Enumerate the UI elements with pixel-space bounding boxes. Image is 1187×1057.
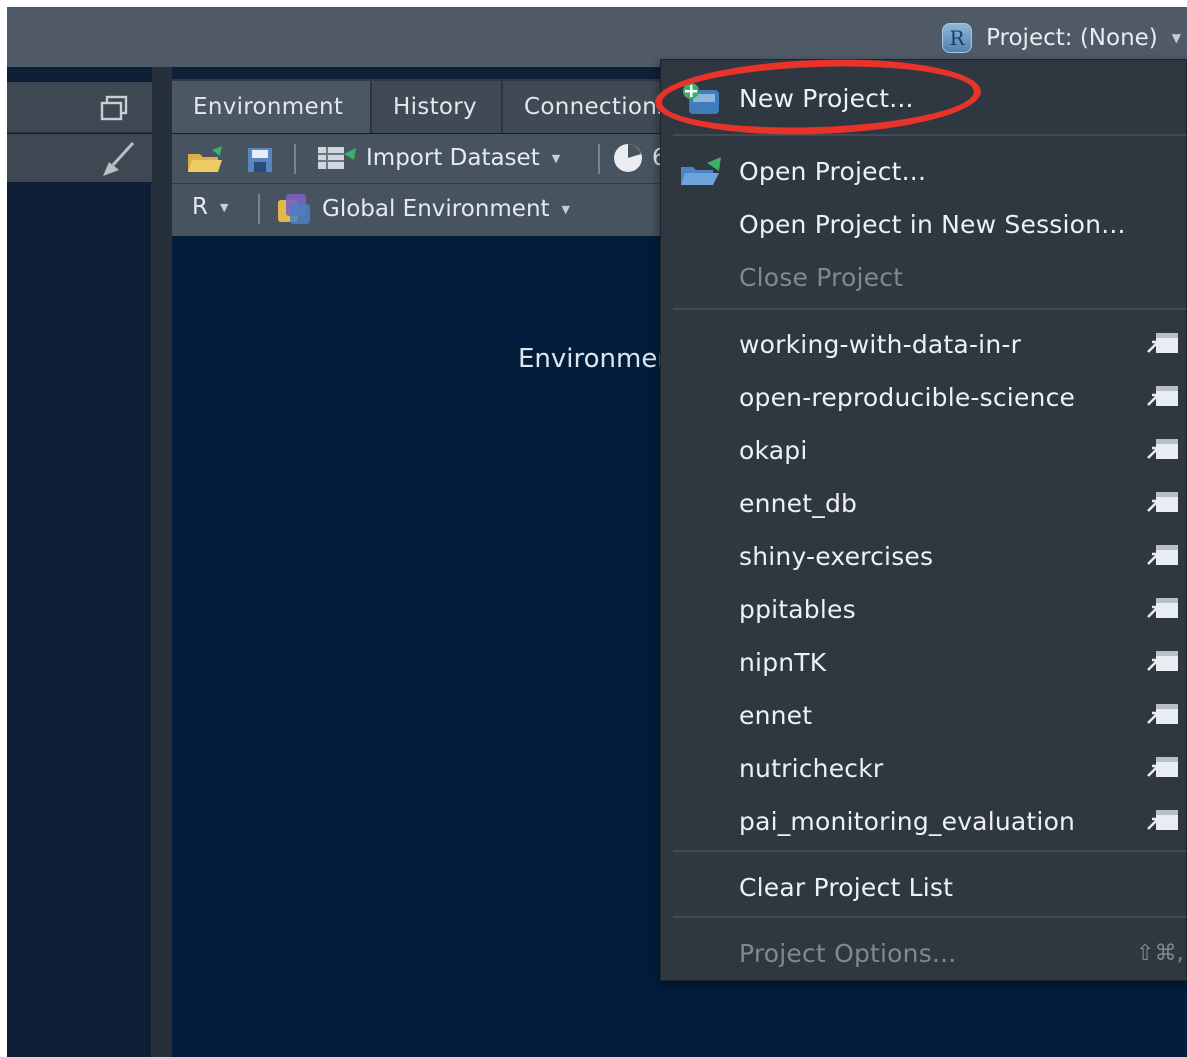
tab-label: History <box>393 94 477 120</box>
menu-item-open-project[interactable]: Open Project... <box>661 145 1186 197</box>
open-in-new-window-icon[interactable] <box>1146 436 1180 462</box>
recent-project-label: ennet <box>739 700 813 730</box>
open-in-new-window-icon[interactable] <box>1146 648 1180 674</box>
import-dataset-label: Import Dataset <box>366 145 540 171</box>
environment-scope-select[interactable]: Global Environment ▼ <box>276 192 570 226</box>
recent-project-item[interactable]: okapi <box>661 424 1186 476</box>
recent-project-label: okapi <box>739 435 808 465</box>
recent-project-label: working-with-data-in-r <box>739 329 1022 359</box>
load-workspace-icon[interactable] <box>186 144 230 174</box>
menu-item-label: Clear Project List <box>739 872 954 902</box>
tab-label: Connections <box>524 94 670 120</box>
recent-project-item[interactable]: shiny-exercises <box>661 530 1186 582</box>
open-in-new-window-icon[interactable] <box>1146 754 1180 780</box>
menu-item-clear-project-list[interactable]: Clear Project List <box>661 861 1186 913</box>
recent-project-label: ennet_db <box>739 488 858 518</box>
menu-item-label: New Project... <box>739 83 914 113</box>
recent-project-label: open-reproducible-science <box>739 382 1076 412</box>
open-in-new-window-icon[interactable] <box>1146 542 1180 568</box>
memory-usage-button[interactable]: 6 <box>612 142 667 174</box>
menu-item-label: Project Options... <box>739 938 957 968</box>
recent-project-item[interactable]: nutricheckr <box>661 742 1186 794</box>
project-menu-button[interactable]: R Project: (None) ▼ <box>942 21 1181 55</box>
menu-item-new-project[interactable]: New Project... <box>661 72 1186 124</box>
pane-splitter[interactable] <box>152 67 172 1057</box>
chevron-down-icon: ▼ <box>561 202 571 216</box>
save-workspace-icon[interactable] <box>246 146 276 174</box>
tab-label: Environment <box>193 94 344 120</box>
import-dataset-button[interactable]: Import Dataset ▼ <box>316 142 560 174</box>
keyboard-shortcut: ⇧⌘, <box>1135 940 1184 966</box>
recent-project-item[interactable]: nipnTK <box>661 636 1186 688</box>
chevron-down-icon: ▼ <box>551 151 561 165</box>
left-pane-header <box>7 82 152 133</box>
maximize-pane-icon[interactable] <box>99 94 129 122</box>
new-project-icon <box>683 83 719 114</box>
recent-project-label: nipnTK <box>739 647 827 677</box>
recent-project-item[interactable]: pai_monitoring_evaluation <box>661 795 1186 847</box>
environment-icon <box>278 194 310 224</box>
recent-project-label: ppitables <box>739 594 856 624</box>
menu-item-open-project-new-session[interactable]: Open Project in New Session... <box>661 198 1186 250</box>
menu-item-close-project: Close Project <box>661 251 1186 303</box>
memory-pie-icon <box>614 144 642 172</box>
menu-item-label: Open Project... <box>739 156 927 186</box>
recent-project-item[interactable]: ppitables <box>661 583 1186 635</box>
recent-project-label: nutricheckr <box>739 753 884 783</box>
tab-history[interactable]: History <box>372 81 502 133</box>
open-in-new-window-icon[interactable] <box>1146 595 1180 621</box>
menu-item-label: Open Project in New Session... <box>739 209 1126 239</box>
import-dataset-icon <box>318 147 356 169</box>
open-in-new-window-icon[interactable] <box>1146 489 1180 515</box>
recent-project-label: pai_monitoring_evaluation <box>739 806 1076 836</box>
menu-item-project-options: Project Options... ⇧⌘, <box>661 927 1186 979</box>
tab-connections[interactable]: Connections <box>503 81 673 133</box>
top-bar: R Project: (None) ▼ <box>7 7 1187 67</box>
recent-project-item[interactable]: working-with-data-in-r <box>661 318 1186 370</box>
chevron-down-icon: ▼ <box>1171 31 1181 45</box>
recent-project-item[interactable]: open-reproducible-science <box>661 371 1186 423</box>
project-dropdown-menu: New Project... Open Project... Open Proj… <box>660 59 1187 981</box>
broom-icon[interactable] <box>97 140 137 178</box>
left-pane-body <box>7 183 152 1057</box>
open-in-new-window-icon[interactable] <box>1146 330 1180 356</box>
project-label: Project: (None) <box>986 25 1158 51</box>
open-in-new-window-icon[interactable] <box>1146 807 1180 833</box>
recent-project-item[interactable]: ennet_db <box>661 477 1186 529</box>
r-project-icon: R <box>942 23 973 53</box>
recent-project-label: shiny-exercises <box>739 541 934 571</box>
rstudio-window: R Project: (None) ▼ Environment History … <box>7 7 1187 1057</box>
chevron-down-icon: ▼ <box>219 200 229 214</box>
open-in-new-window-icon[interactable] <box>1146 701 1180 727</box>
open-folder-icon <box>681 157 721 185</box>
tab-environment[interactable]: Environment <box>172 81 371 133</box>
open-in-new-window-icon[interactable] <box>1146 383 1180 409</box>
left-pane-toolbar <box>7 134 152 182</box>
menu-item-label: Close Project <box>739 262 904 292</box>
language-select[interactable]: R ▼ <box>192 194 228 220</box>
language-label: R <box>192 194 208 220</box>
environment-scope-label: Global Environment <box>322 196 550 222</box>
recent-project-item[interactable]: ennet <box>661 689 1186 741</box>
